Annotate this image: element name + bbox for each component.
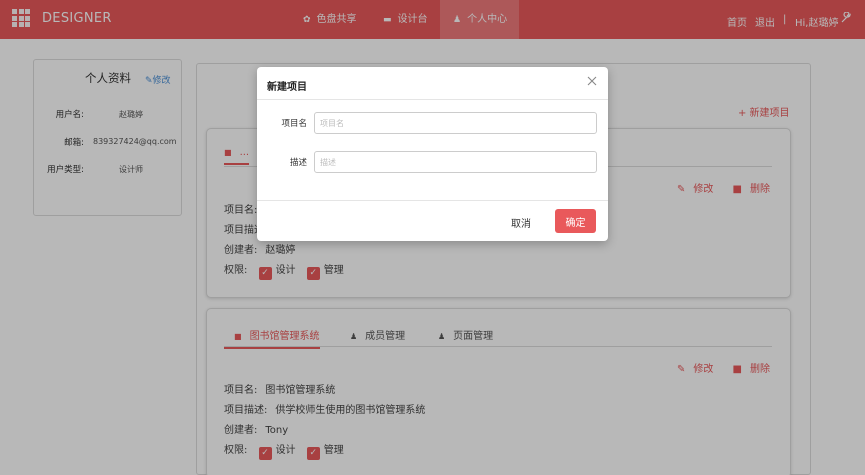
new-project-modal: 新建项目 项目名 描述 取消 确定 bbox=[257, 67, 608, 241]
project-name-input[interactable] bbox=[314, 112, 597, 134]
confirm-button[interactable]: 确定 bbox=[555, 209, 596, 233]
description-input[interactable] bbox=[314, 151, 597, 173]
modal-footer: 取消 确定 bbox=[257, 200, 608, 241]
cancel-button[interactable]: 取消 bbox=[511, 215, 531, 230]
close-icon[interactable] bbox=[586, 75, 598, 87]
modal-title: 新建项目 bbox=[267, 82, 307, 93]
modal-header: 新建项目 bbox=[257, 67, 608, 100]
description-field-label: 描述 bbox=[289, 158, 307, 168]
project-name-field-label: 项目名 bbox=[281, 119, 307, 129]
